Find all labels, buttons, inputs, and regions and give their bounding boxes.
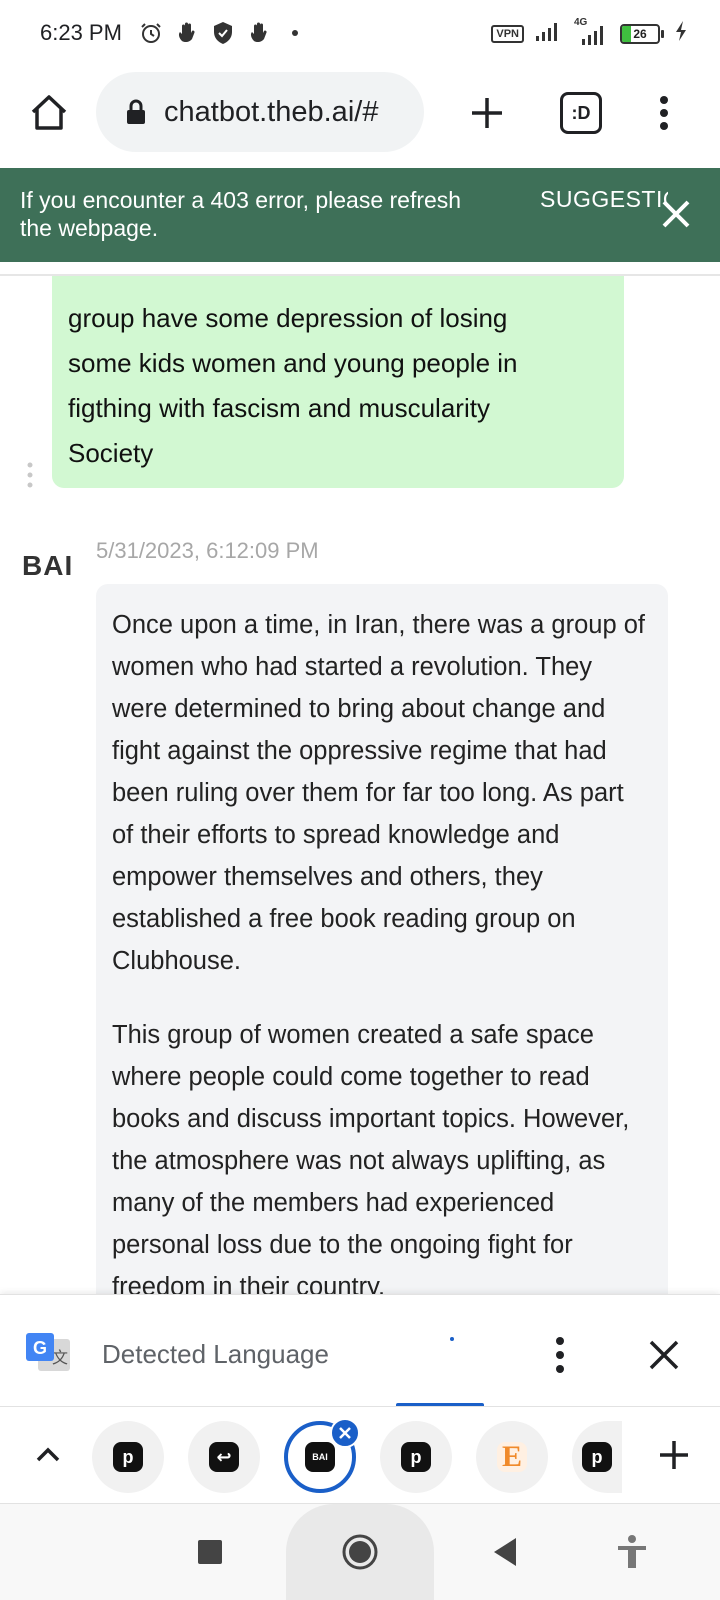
message-options-icon[interactable] (26, 460, 34, 490)
close-icon[interactable] (656, 194, 696, 234)
home-icon[interactable] (24, 88, 74, 138)
tab-p[interactable]: p (92, 1421, 164, 1493)
bai-icon: BAI (305, 1442, 335, 1472)
dot-icon (282, 20, 308, 46)
back-icon[interactable] (486, 1532, 526, 1572)
user-message-bubble: group have some depression of losing some… (52, 276, 624, 488)
home-circle-icon[interactable] (340, 1532, 380, 1572)
p-icon: p (113, 1442, 143, 1472)
browser-toolbar: chatbot.theb.ai/# :D (0, 68, 720, 166)
banner-message: If you encounter a 403 error, please ref… (20, 187, 462, 241)
p-icon: p (401, 1442, 431, 1472)
tab-switcher-button[interactable]: :D (560, 92, 602, 134)
system-nav-bar (0, 1504, 720, 1600)
tab-strip: p ↩ BAI p E p (0, 1406, 720, 1504)
bot-avatar: BAI (22, 550, 74, 581)
user-message-line: Society (68, 438, 154, 468)
status-bar: 6:23 PM VPN 4G 26 (0, 0, 720, 68)
hand-wave-icon (174, 20, 200, 46)
bot-message-bubble: Once upon a time, in Iran, there was a g… (96, 584, 668, 1304)
status-time: 6:23 PM (40, 20, 122, 45)
user-message-text: group have some depression of losing some… (68, 296, 608, 476)
lock-icon (127, 99, 145, 124)
hand-wave-icon (246, 20, 272, 46)
signal-4g-icon: 4G (572, 17, 610, 47)
address-bar[interactable]: chatbot.theb.ai/# (96, 72, 424, 152)
close-tab-icon[interactable] (330, 1418, 360, 1448)
new-tab-button[interactable] (462, 88, 512, 138)
notice-banner: If you encounter a 403 error, please ref… (0, 168, 720, 262)
return-icon: ↩ (209, 1442, 239, 1472)
add-tab-icon[interactable] (656, 1437, 692, 1473)
recents-icon[interactable] (190, 1532, 230, 1572)
vpn-badge: VPN (491, 24, 524, 43)
url-text: chatbot.theb.ai/# (164, 95, 379, 128)
tab-p[interactable]: p (380, 1421, 452, 1493)
shield-icon (210, 20, 236, 46)
accessibility-icon[interactable] (612, 1532, 652, 1572)
user-message-line: group have some depression of losing (68, 303, 508, 333)
translate-bar: 文 G Detected Language (0, 1294, 720, 1408)
battery-icon: 26 (620, 23, 664, 44)
user-message-line: figthing with fascism and muscularity (68, 393, 490, 423)
tab-return[interactable]: ↩ (188, 1421, 260, 1493)
more-menu-icon[interactable] (644, 88, 684, 138)
svg-text:文: 文 (52, 1348, 68, 1367)
bot-paragraph: Once upon a time, in Iran, there was a g… (112, 611, 645, 975)
loading-indicator (450, 1337, 454, 1341)
svg-text:G: G (33, 1338, 47, 1358)
tab-p[interactable]: p (572, 1421, 622, 1493)
signal-icon (534, 20, 562, 47)
message-timestamp: 5/31/2023, 6:12:09 PM (96, 538, 319, 563)
bot-paragraph: This group of women created a safe space… (112, 1021, 630, 1301)
etsy-icon: E (497, 1440, 527, 1473)
alarm-icon (138, 20, 164, 46)
chevron-up-icon[interactable] (34, 1441, 62, 1469)
google-translate-icon[interactable]: 文 G (24, 1331, 72, 1375)
battery-percent: 26 (633, 26, 647, 41)
charging-icon (674, 20, 688, 47)
translate-options-icon[interactable] (548, 1335, 572, 1375)
p-icon: p (582, 1442, 612, 1472)
tab-switcher-label: :D (571, 102, 591, 123)
user-message-line: some kids women and young people in (68, 348, 518, 378)
suggestion-button[interactable]: SUGGESTIO (540, 186, 668, 213)
tab-etsy[interactable]: E (476, 1421, 548, 1493)
close-icon[interactable] (646, 1337, 682, 1373)
detected-language-tab[interactable]: Detected Language (102, 1339, 329, 1370)
